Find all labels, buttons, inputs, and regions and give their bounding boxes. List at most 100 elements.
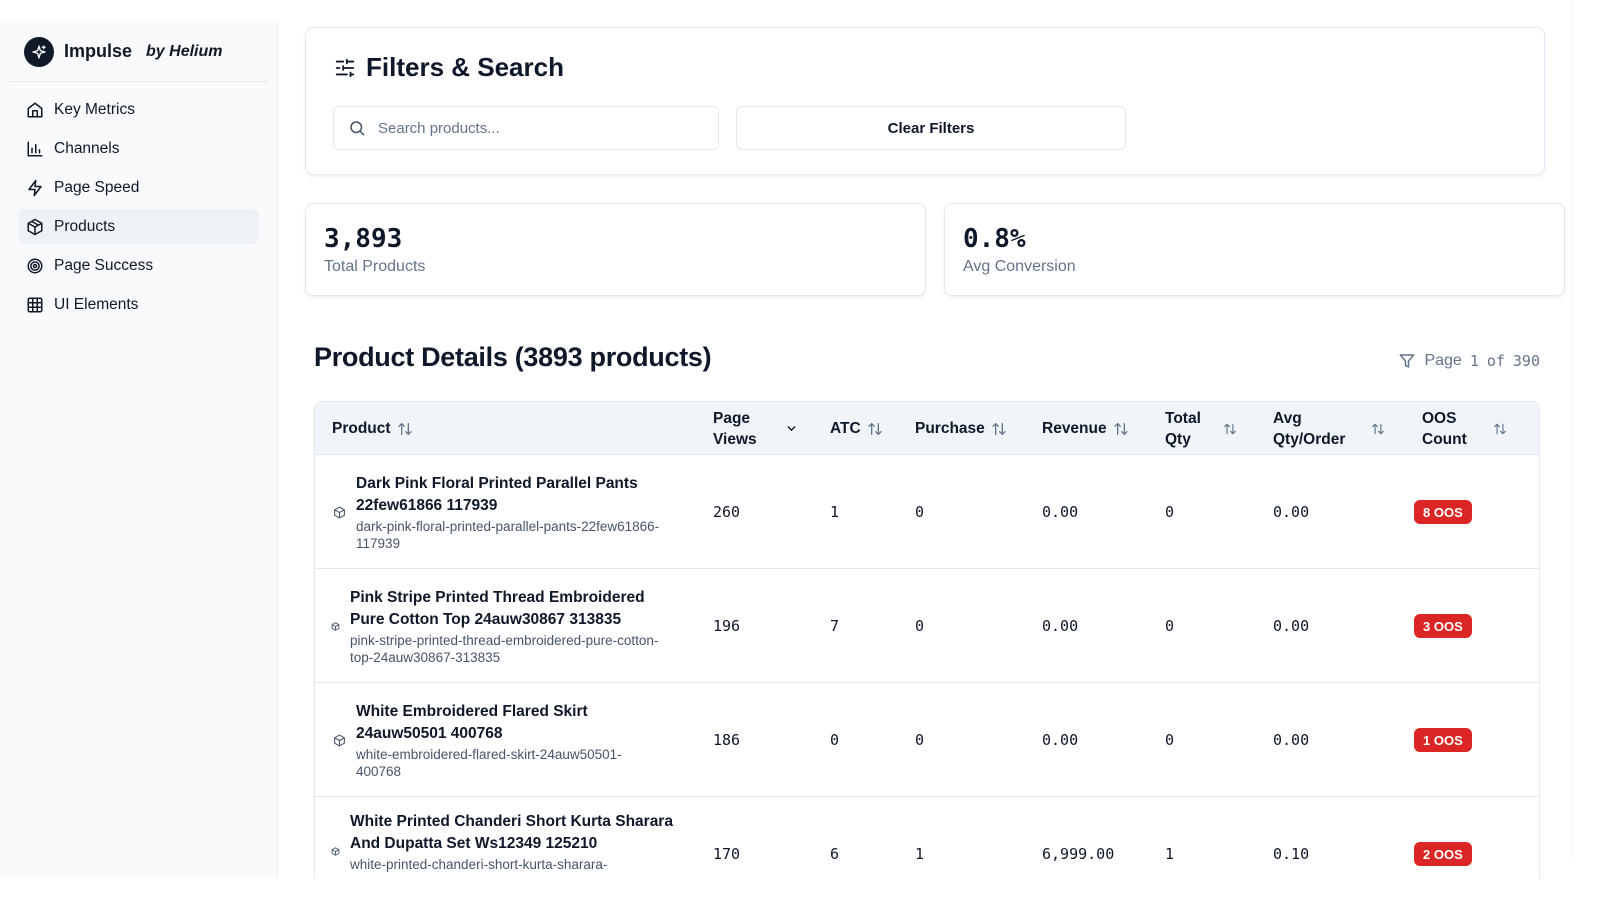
target-icon <box>27 258 43 273</box>
sidebar-item-label: UI Elements <box>54 295 139 313</box>
oos-badge: 2 OOS <box>1414 842 1472 866</box>
sidebar-item-channels[interactable]: Channels <box>18 131 259 166</box>
sidebar-item-page-speed[interactable]: Page Speed <box>18 170 259 205</box>
sidebar-nav: Key Metrics Channels Page Speed Products… <box>0 82 277 322</box>
col-label: Avg Qty/Order <box>1273 409 1346 448</box>
atc-value: 7 <box>830 617 840 635</box>
atc-value: 1 <box>830 503 840 521</box>
product-slug: white-embroidered-flared-skirt-24auw5050… <box>356 746 622 779</box>
table-header: Product Page Views ATC Purchase Revenue … <box>315 402 1539 455</box>
page-views-value: 186 <box>713 731 741 749</box>
col-label: Product <box>332 420 391 437</box>
total-qty-value: 0 <box>1165 731 1175 749</box>
col-product[interactable]: Product <box>332 402 413 455</box>
product-details-title: Product Details (3893 products) <box>314 342 712 372</box>
page-of: of <box>1486 352 1505 370</box>
filter-icon[interactable] <box>1398 352 1416 370</box>
sort-icon <box>1113 422 1128 435</box>
revenue-value: 0.00 <box>1042 503 1079 521</box>
product-cell: White Embroidered Flared Skirt 24auw5050… <box>333 683 666 797</box>
col-oos-count[interactable]: OOS Count <box>1422 402 1512 455</box>
sparkle-logo-icon <box>24 36 54 67</box>
sort-icon <box>1494 423 1506 434</box>
sidebar-item-products[interactable]: Products <box>18 209 259 244</box>
sidebar-item-label: Page Success <box>54 256 154 274</box>
product-name[interactable]: Dark Pink Floral Printed Parallel Pants … <box>356 473 696 517</box>
search-icon <box>350 121 365 136</box>
sidebar-item-ui-elements[interactable]: UI Elements <box>18 287 259 322</box>
sidebar-item-label: Products <box>54 217 116 235</box>
sidebar-item-label: Page Speed <box>54 178 140 196</box>
package-icon <box>331 847 340 856</box>
product-slug: white-printed-chanderi-short-kurta-shara… <box>350 857 608 872</box>
table-row[interactable]: White Embroidered Flared Skirt 24auw5050… <box>315 683 1539 797</box>
package-icon <box>27 218 43 235</box>
search-box[interactable] <box>333 106 719 150</box>
product-table: Product Page Views ATC Purchase Revenue … <box>314 401 1540 900</box>
product-cell: Dark Pink Floral Printed Parallel Pants … <box>333 455 696 569</box>
grid-icon <box>27 297 43 312</box>
lightning-icon <box>28 179 42 196</box>
sidebar-item-key-metrics[interactable]: Key Metrics <box>18 92 259 127</box>
main-content: Filters & Search Clear Filters 3,893 Tot… <box>278 0 1600 900</box>
brand-by: by Helium <box>146 42 223 60</box>
purchase-value: 0 <box>915 731 925 749</box>
product-name[interactable]: White Embroidered Flared Skirt 24auw5050… <box>356 701 656 745</box>
col-label: Purchase <box>915 420 985 437</box>
col-page-views[interactable]: Page Views <box>713 402 803 455</box>
filters-heading: Filters & Search <box>334 52 564 83</box>
clear-filters-button[interactable]: Clear Filters <box>736 106 1126 150</box>
stat-value: 3,893 <box>324 224 403 254</box>
col-atc[interactable]: ATC <box>830 402 883 455</box>
product-name[interactable]: Pink Stripe Printed Thread Embroidered P… <box>350 587 680 631</box>
col-label: Page Views <box>713 409 757 448</box>
avg-qty-value: 0.00 <box>1273 503 1310 521</box>
package-icon <box>331 621 340 631</box>
sliders-icon <box>335 58 355 77</box>
col-revenue[interactable]: Revenue <box>1042 402 1129 455</box>
sort-icon <box>868 422 882 435</box>
sort-icon <box>397 422 412 435</box>
stat-card-avg-conversion: 0.8% Avg Conversion <box>944 203 1565 296</box>
revenue-value: 0.00 <box>1042 617 1079 635</box>
package-icon <box>334 506 345 518</box>
col-purchase[interactable]: Purchase <box>915 402 1007 455</box>
brand[interactable]: Impulse by Helium <box>9 22 268 82</box>
filters-title: Filters & Search <box>366 52 564 82</box>
avg-qty-value: 0.00 <box>1273 617 1310 635</box>
sort-icon <box>1224 423 1236 434</box>
scrollbar-track[interactable] <box>1571 0 1572 860</box>
col-avg-qty[interactable]: Avg Qty/Order <box>1273 402 1391 455</box>
page-label: Page <box>1424 352 1462 369</box>
revenue-value: 0.00 <box>1042 731 1079 749</box>
product-name[interactable]: White Printed Chanderi Short Kurta Shara… <box>350 811 690 855</box>
total-qty-value: 0 <box>1165 503 1175 521</box>
total-qty-value: 0 <box>1165 617 1175 635</box>
purchase-value: 0 <box>915 617 925 635</box>
col-label: Revenue <box>1042 420 1107 437</box>
sort-icon <box>992 422 1006 435</box>
stat-value: 0.8% <box>963 224 1026 254</box>
search-input[interactable] <box>378 119 698 137</box>
stat-label: Avg Conversion <box>963 258 1076 275</box>
product-slug: pink-stripe-printed-thread-embroidered-p… <box>350 632 659 665</box>
brand-name: Impulse <box>64 41 133 61</box>
package-icon <box>334 734 345 746</box>
page-total: 390 <box>1512 352 1540 370</box>
table-row[interactable]: Dark Pink Floral Printed Parallel Pants … <box>315 455 1539 569</box>
sidebar-item-page-success[interactable]: Page Success <box>18 248 259 283</box>
oos-badge: 8 OOS <box>1414 500 1472 524</box>
product-slug: dark-pink-floral-printed-parallel-pants-… <box>356 518 660 551</box>
sidebar-item-label: Channels <box>54 139 120 157</box>
sidebar: Impulse by Helium Key Metrics Channels P… <box>0 22 278 878</box>
table-row[interactable]: Pink Stripe Printed Thread Embroidered P… <box>315 569 1539 683</box>
col-total-qty[interactable]: Total Qty <box>1165 402 1245 455</box>
filters-card: Filters & Search Clear Filters <box>305 27 1545 175</box>
atc-value: 0 <box>830 731 840 749</box>
sidebar-item-label: Key Metrics <box>54 100 135 118</box>
purchase-value: 0 <box>915 503 925 521</box>
col-label: Total Qty <box>1165 409 1201 448</box>
stat-card-total-products: 3,893 Total Products <box>305 203 926 296</box>
stat-label: Total Products <box>324 258 426 275</box>
home-icon <box>27 102 43 117</box>
